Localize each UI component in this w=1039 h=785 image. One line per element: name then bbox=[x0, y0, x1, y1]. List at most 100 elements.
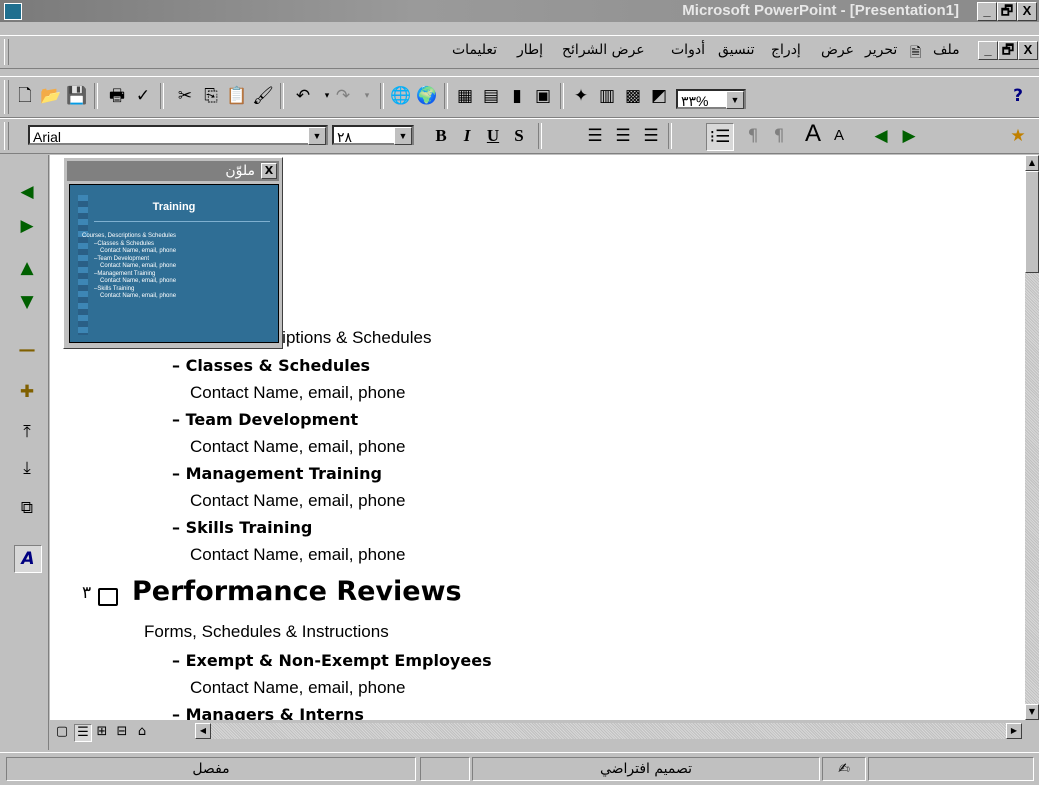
demote-right-icon[interactable]: ▶ bbox=[14, 213, 40, 239]
menu-grip[interactable] bbox=[4, 39, 9, 65]
spelling-icon[interactable]: ✓ bbox=[130, 83, 156, 109]
miniature-title[interactable]: ملوّن bbox=[67, 161, 279, 181]
demote-icon[interactable]: ▶ bbox=[896, 123, 922, 149]
outline-item-detail[interactable]: Contact Name, email, phone bbox=[190, 491, 405, 511]
menu-edit[interactable]: تحرير bbox=[865, 42, 897, 58]
slide-subtitle[interactable]: Forms, Schedules & Instructions bbox=[144, 622, 389, 642]
font-combo[interactable]: Arial ▼ bbox=[28, 125, 328, 145]
miniature-close-icon[interactable]: X bbox=[261, 163, 277, 179]
new-file-icon[interactable]: 🗋 bbox=[12, 83, 38, 109]
redo-icon[interactable]: ↷ bbox=[330, 83, 356, 109]
web-toolbar-icon[interactable]: 🌍 bbox=[414, 83, 440, 109]
slide-icon[interactable] bbox=[98, 588, 118, 606]
insert-excel-icon[interactable]: ▤ bbox=[478, 83, 504, 109]
doc-minimize-button[interactable]: _ bbox=[978, 41, 998, 60]
menu-help[interactable]: تعليمات bbox=[452, 42, 497, 58]
bold-icon[interactable]: B bbox=[428, 123, 454, 149]
align-center-icon[interactable]: ☰ bbox=[610, 123, 636, 149]
copy-icon[interactable]: ⎘ bbox=[198, 83, 224, 109]
insert-chart-icon[interactable]: ▮ bbox=[504, 83, 530, 109]
open-folder-icon[interactable]: 📂 bbox=[38, 83, 64, 109]
expand-icon[interactable]: ✚ bbox=[14, 379, 40, 405]
outline-view-icon[interactable]: ☰ bbox=[74, 724, 92, 742]
animation-effects-icon[interactable]: ★ bbox=[1005, 123, 1031, 149]
font-dropdown-icon[interactable]: ▼ bbox=[308, 127, 326, 145]
insert-clipart-icon[interactable]: ▣ bbox=[530, 83, 556, 109]
cut-icon[interactable]: ✂ bbox=[172, 83, 198, 109]
menu-slideshow[interactable]: عرض الشرائح bbox=[562, 42, 645, 58]
toolbar-grip[interactable] bbox=[4, 80, 9, 114]
horizontal-scrollbar[interactable]: ◀ ▶ bbox=[195, 723, 1022, 739]
doc-icon[interactable]: 🗎 bbox=[910, 42, 921, 66]
outline-item-heading[interactable]: – Skills Training bbox=[172, 518, 312, 537]
underline-icon[interactable]: U bbox=[480, 123, 506, 149]
show-formatting-icon[interactable]: A bbox=[14, 545, 42, 573]
move-down-icon[interactable]: ▼ bbox=[14, 289, 40, 315]
slide-show-icon[interactable]: ⌂ bbox=[134, 724, 150, 740]
notes-view-icon[interactable]: ⊟ bbox=[114, 724, 130, 740]
outline-item-heading[interactable]: – Management Training bbox=[172, 464, 382, 483]
scroll-right-icon[interactable]: ▶ bbox=[1006, 723, 1022, 739]
menu-view[interactable]: عرض bbox=[821, 42, 854, 58]
powerpoint-app-icon[interactable] bbox=[4, 3, 22, 20]
summary-slide-icon[interactable]: ⧉ bbox=[14, 495, 40, 521]
paste-icon[interactable]: 📋 bbox=[224, 83, 250, 109]
increase-font-icon[interactable]: A bbox=[800, 121, 826, 147]
restore-button[interactable]: 🗗 bbox=[997, 2, 1017, 21]
menu-window[interactable]: إطار bbox=[517, 42, 543, 58]
slide-sorter-view-icon[interactable]: ⊞ bbox=[94, 724, 110, 740]
shadow-icon[interactable]: S bbox=[506, 123, 532, 149]
slide-miniature-window[interactable]: ملوّن X Training Courses, Descriptions &… bbox=[63, 157, 283, 349]
promote-left-icon[interactable]: ◀ bbox=[14, 179, 40, 205]
scroll-left-icon[interactable]: ◀ bbox=[195, 723, 211, 739]
format-painter-icon[interactable]: 🖌 bbox=[250, 83, 276, 109]
print-icon[interactable]: 🖶 bbox=[104, 83, 130, 109]
scroll-down-icon[interactable]: ▼ bbox=[1025, 704, 1039, 720]
ltr-paragraph-icon[interactable]: ¶ bbox=[740, 123, 766, 149]
rtl-paragraph-icon[interactable]: ¶ bbox=[766, 123, 792, 149]
save-icon[interactable]: 💾 bbox=[64, 83, 90, 109]
expand-all-icon[interactable]: ⤓ bbox=[14, 455, 40, 481]
outline-item-detail[interactable]: Contact Name, email, phone bbox=[190, 678, 405, 698]
black-white-icon[interactable]: ◩ bbox=[646, 83, 672, 109]
redo-dropdown-icon[interactable]: ▾ bbox=[354, 83, 380, 109]
italic-icon[interactable]: I bbox=[454, 123, 480, 149]
menu-format[interactable]: تنسيق bbox=[718, 42, 755, 58]
normal-view-icon[interactable]: ▢ bbox=[54, 724, 70, 740]
align-right-icon[interactable]: ☰ bbox=[638, 123, 664, 149]
scroll-up-icon[interactable]: ▲ bbox=[1025, 155, 1039, 171]
collapse-all-icon[interactable]: ⤒ bbox=[14, 419, 40, 445]
insert-hyperlink-icon[interactable]: 🌐 bbox=[388, 83, 414, 109]
slide-title[interactable]: Performance Reviews bbox=[132, 576, 462, 607]
bullets-icon[interactable]: ⁝☰ bbox=[706, 123, 734, 151]
slide-thumbnail[interactable]: Training Courses, Descriptions & Schedul… bbox=[69, 184, 279, 343]
outline-item-heading[interactable]: – Managers & Interns bbox=[172, 705, 364, 720]
slide-layout-icon[interactable]: ▥ bbox=[594, 83, 620, 109]
outline-item-detail[interactable]: Contact Name, email, phone bbox=[190, 383, 405, 403]
close-button[interactable]: X bbox=[1017, 2, 1037, 21]
zoom-dropdown-icon[interactable]: ▼ bbox=[726, 91, 744, 109]
menu-insert[interactable]: إدراج bbox=[771, 42, 801, 58]
menu-file[interactable]: ملف bbox=[933, 42, 960, 58]
undo-icon[interactable]: ↶ bbox=[290, 83, 316, 109]
minimize-button[interactable]: _ bbox=[977, 2, 997, 21]
zoom-combo[interactable]: ٣٣% ▼ bbox=[676, 89, 746, 109]
outline-item-heading[interactable]: – Classes & Schedules bbox=[172, 356, 370, 375]
apply-design-icon[interactable]: ▩ bbox=[620, 83, 646, 109]
font-size-dropdown-icon[interactable]: ▼ bbox=[394, 127, 412, 145]
promote-icon[interactable]: ◀ bbox=[868, 123, 894, 149]
outline-item-detail[interactable]: Contact Name, email, phone bbox=[190, 545, 405, 565]
scroll-thumb[interactable] bbox=[1025, 171, 1039, 273]
move-up-icon[interactable]: ▲ bbox=[14, 255, 40, 281]
font-size-combo[interactable]: ٢٨ ▼ bbox=[332, 125, 414, 145]
spelling-status-icon[interactable]: ✍ bbox=[822, 757, 866, 781]
insert-word-table-icon[interactable]: ▦ bbox=[452, 83, 478, 109]
doc-close-button[interactable]: X bbox=[1018, 41, 1038, 60]
toolbar-grip[interactable] bbox=[4, 122, 9, 150]
outline-item-heading[interactable]: – Exempt & Non-Exempt Employees bbox=[172, 651, 492, 670]
new-slide-icon[interactable]: ✦ bbox=[568, 83, 594, 109]
outline-partial-line[interactable]: criptions & Schedules bbox=[268, 328, 431, 348]
outline-item-heading[interactable]: – Team Development bbox=[172, 410, 358, 429]
menu-tools[interactable]: أدوات bbox=[671, 42, 705, 58]
align-left-icon[interactable]: ☰ bbox=[582, 123, 608, 149]
